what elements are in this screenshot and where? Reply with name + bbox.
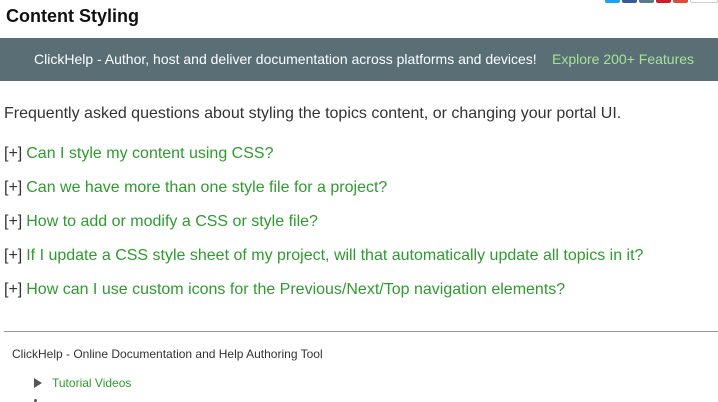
- footer-divider: [4, 331, 718, 332]
- faq-question-link[interactable]: Can I style my content using CSS?: [26, 145, 273, 162]
- faq-question-link[interactable]: How to add or modify a CSS or style file…: [26, 213, 318, 230]
- share-counter[interactable]: [690, 0, 718, 3]
- social-share-bar: [605, 0, 718, 4]
- banner-text: ClickHelp - Author, host and deliver doc…: [34, 51, 537, 67]
- faq-item: [+] How can I use custom icons for the Pr…: [4, 280, 643, 314]
- faq-item: [+] Can I style my content using CSS?: [4, 144, 643, 178]
- expand-toggle[interactable]: [+]: [4, 179, 22, 196]
- intro-text: Frequently asked questions about styling…: [4, 105, 622, 122]
- faq-question-link[interactable]: How can I use custom icons for the Previ…: [26, 281, 565, 298]
- tutorial-videos-link[interactable]: Tutorial Videos: [52, 376, 131, 390]
- explore-features-link[interactable]: Explore 200+ Features: [552, 51, 694, 67]
- expand-toggle[interactable]: [+]: [4, 281, 22, 298]
- page-title: Content Styling: [6, 6, 139, 26]
- footer-title: ClickHelp - Online Documentation and Hel…: [12, 347, 323, 361]
- faq-item: [+] How to add or modify a CSS or style f…: [4, 212, 643, 246]
- expand-toggle[interactable]: [+]: [4, 247, 22, 264]
- faq-item: [+] Can we have more than one style file …: [4, 178, 643, 212]
- promo-banner: ClickHelp - Author, host and deliver doc…: [0, 38, 718, 81]
- faq-question-link[interactable]: Can we have more than one style file for…: [26, 179, 387, 196]
- expand-toggle[interactable]: [+]: [4, 145, 22, 162]
- expand-triangle-icon[interactable]: [34, 378, 42, 388]
- expand-toggle[interactable]: [+]: [4, 213, 22, 230]
- pinterest-icon[interactable]: [656, 0, 671, 3]
- footer-nav-item[interactable]: Tutorial Videos: [34, 376, 131, 390]
- linkedin-icon[interactable]: [639, 0, 654, 3]
- faq-item: [+] If I update a CSS style sheet of my p…: [4, 246, 643, 280]
- google-plus-icon[interactable]: [673, 0, 688, 3]
- faq-question-link[interactable]: If I update a CSS style sheet of my proj…: [26, 247, 643, 264]
- twitter-icon[interactable]: [605, 0, 620, 3]
- faq-list: [+] Can I style my content using CSS? [+]…: [4, 144, 643, 314]
- facebook-icon[interactable]: [622, 0, 637, 3]
